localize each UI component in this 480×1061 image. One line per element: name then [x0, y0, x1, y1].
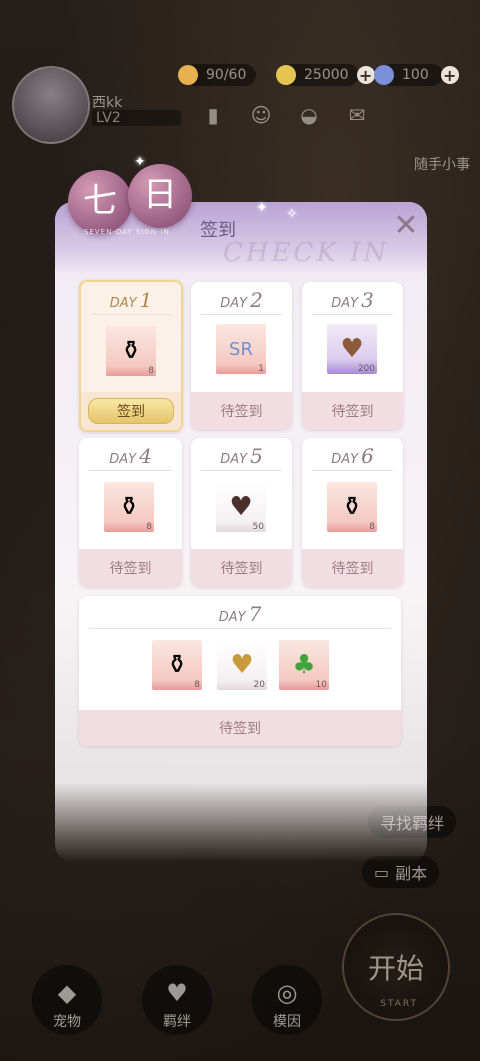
day-status: 待签到: [191, 392, 292, 430]
title-sub: 签到: [200, 220, 236, 241]
reward-count: 8: [146, 522, 152, 532]
day-status: 签到: [81, 392, 181, 430]
title-char-1: 七: [68, 170, 132, 234]
dialog-title: 七 日 签到 SEVEN-DAY SIGN-IN ✦ ✦ ✧: [62, 154, 298, 241]
day-label: DAY 1: [109, 288, 153, 312]
reward-item: ♥ 20: [217, 640, 267, 690]
title-char-2: 日: [128, 164, 192, 228]
add-gem-button[interactable]: +: [440, 66, 459, 85]
close-icon[interactable]: ✕: [392, 211, 420, 241]
reward-count: 20: [253, 680, 265, 690]
reward-item: ⚱ 8: [152, 640, 202, 690]
day-card-2[interactable]: DAY 2 SR 1 待签到: [191, 282, 292, 430]
day-status: 待签到: [302, 392, 403, 430]
day-status: 待签到: [191, 549, 292, 587]
reward-item: ♣ 10: [279, 640, 329, 690]
divider: [312, 314, 393, 315]
day-label: DAY 3: [331, 288, 374, 312]
coin-icon: [276, 65, 296, 85]
day-label: DAY 5: [220, 444, 263, 468]
sparkle-icon: ✧: [286, 206, 298, 222]
day-status: 待签到: [79, 549, 182, 587]
divider: [201, 470, 282, 471]
checkin-watermark: CHECK IN: [223, 238, 390, 268]
sparkle-icon: ✦: [134, 154, 146, 170]
reward-item: ♥ 200: [327, 324, 377, 374]
day-card-3[interactable]: DAY 3 ♥ 200 待签到: [302, 282, 403, 430]
gem-icon: [374, 65, 394, 85]
day-card-6[interactable]: DAY 6 ⚱ 8 待签到: [302, 438, 403, 587]
reward-count: 1: [258, 364, 264, 374]
reward-item: ⚱ 8: [106, 326, 156, 376]
sparkle-icon: ✦: [256, 200, 268, 216]
stamina-icon: [178, 65, 198, 85]
divider: [89, 470, 172, 471]
divider: [201, 314, 282, 315]
day-status: 待签到: [79, 710, 401, 746]
day-card-5[interactable]: DAY 5 ♥ 50 待签到: [191, 438, 292, 587]
title-en: SEVEN-DAY SIGN-IN: [84, 228, 170, 236]
reward-count: 200: [357, 364, 375, 374]
reward-count: 8: [194, 680, 200, 690]
day-label: DAY 4: [109, 444, 152, 468]
day-status: 待签到: [302, 549, 403, 587]
day-label: DAY 7: [218, 602, 262, 626]
reward-count: 50: [252, 522, 264, 532]
add-coin-button[interactable]: +: [356, 66, 375, 85]
day-card-1[interactable]: DAY 1 ⚱ 8 签到: [79, 280, 183, 432]
reward-item: ♥ 50: [216, 482, 266, 532]
day-label: DAY 2: [220, 288, 263, 312]
divider: [312, 470, 393, 471]
reward-count: 8: [369, 522, 375, 532]
divider: [91, 314, 171, 315]
reward-item: ⚱ 8: [327, 482, 377, 532]
day-card-4[interactable]: DAY 4 ⚱ 8 待签到: [79, 438, 182, 587]
reward-count: 8: [148, 366, 154, 376]
reward-count: 10: [315, 680, 327, 690]
sign-in-button[interactable]: 签到: [88, 398, 174, 424]
day-label: DAY 6: [331, 444, 374, 468]
reward-item: SR 1: [216, 324, 266, 374]
divider: [89, 628, 391, 629]
reward-item: ⚱ 8: [104, 482, 154, 532]
day-card-7[interactable]: DAY 7 ⚱ 8 ♥ 20 ♣ 10 待签到: [79, 596, 401, 746]
